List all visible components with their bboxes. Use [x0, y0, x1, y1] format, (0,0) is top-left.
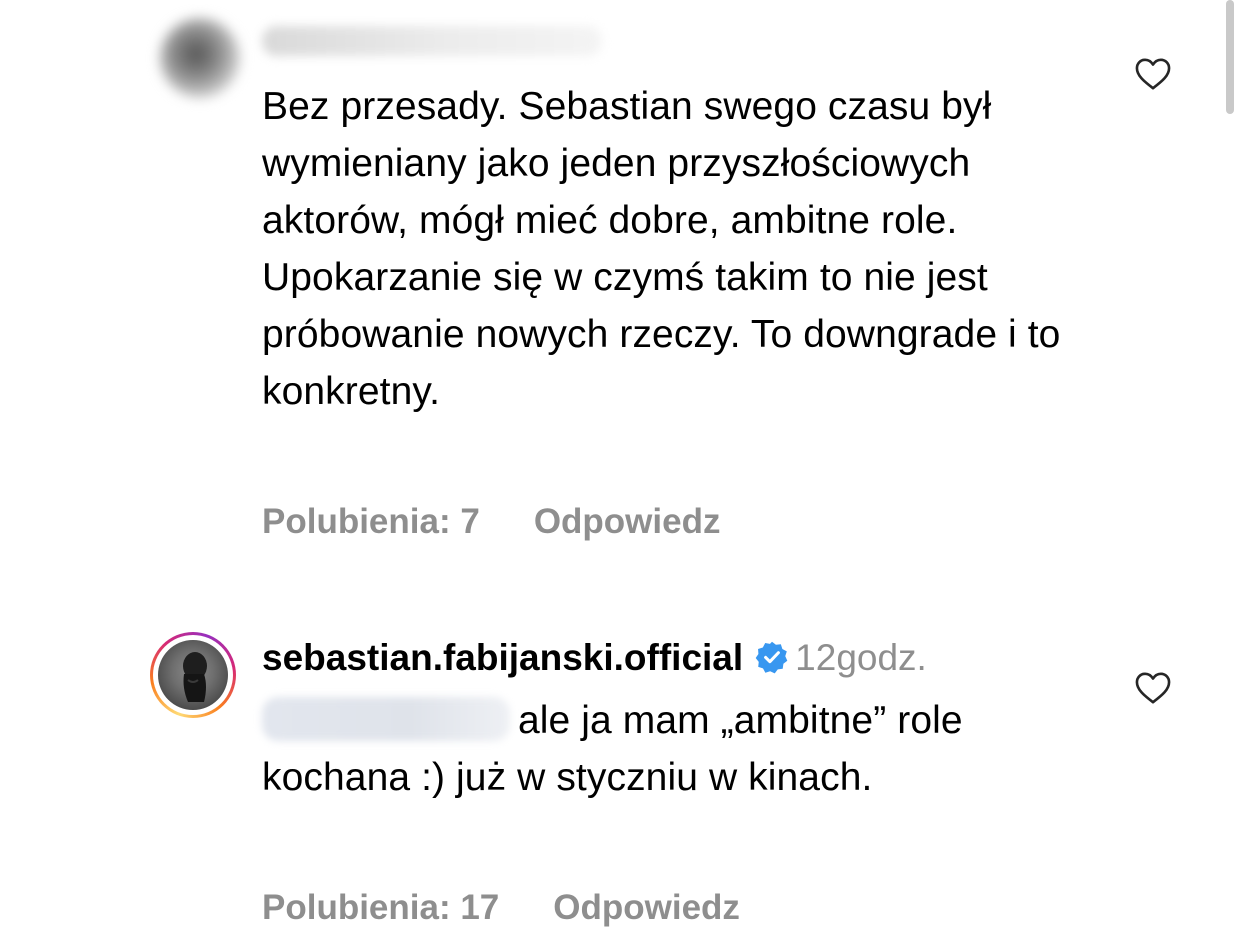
- reply-button[interactable]: Odpowiedz: [534, 502, 721, 541]
- comment-item: Bez przesady. Sebastian swego czasu był …: [0, 0, 1242, 560]
- comment-username[interactable]: sebastian.fabijanski.official: [262, 637, 743, 678]
- scrollbar-track[interactable]: [1226, 0, 1234, 944]
- heart-icon[interactable]: [1134, 671, 1172, 705]
- likes-count[interactable]: Polubienia: 7: [262, 502, 480, 541]
- comment-username-blurred[interactable]: [262, 26, 602, 56]
- reply-button[interactable]: Odpowiedz: [553, 888, 740, 927]
- comment-header: sebastian.fabijanski.official 12godz.: [262, 634, 927, 682]
- comment-body-container: ale ja mam „ambitne” role kochana :) już…: [262, 692, 1062, 806]
- avatar-blurred[interactable]: [160, 18, 240, 98]
- heart-icon[interactable]: [1134, 57, 1172, 91]
- likes-count[interactable]: Polubienia: 17: [262, 888, 499, 927]
- comment-item: sebastian.fabijanski.official 12godz. al…: [0, 600, 1242, 944]
- avatar[interactable]: [158, 640, 228, 710]
- comment-time: 12godz.: [795, 637, 927, 678]
- verified-badge-icon: [755, 638, 789, 674]
- comment-actions: Polubienia: 17 Odpowiedz: [262, 888, 740, 928]
- comment-actions: Polubienia: 7 Odpowiedz: [262, 502, 720, 542]
- mention-blurred[interactable]: [262, 697, 510, 741]
- comment-body: Bez przesady. Sebastian swego czasu był …: [262, 85, 1061, 413]
- avatar-story-ring[interactable]: [150, 632, 236, 718]
- scrollbar-thumb[interactable]: [1226, 0, 1234, 114]
